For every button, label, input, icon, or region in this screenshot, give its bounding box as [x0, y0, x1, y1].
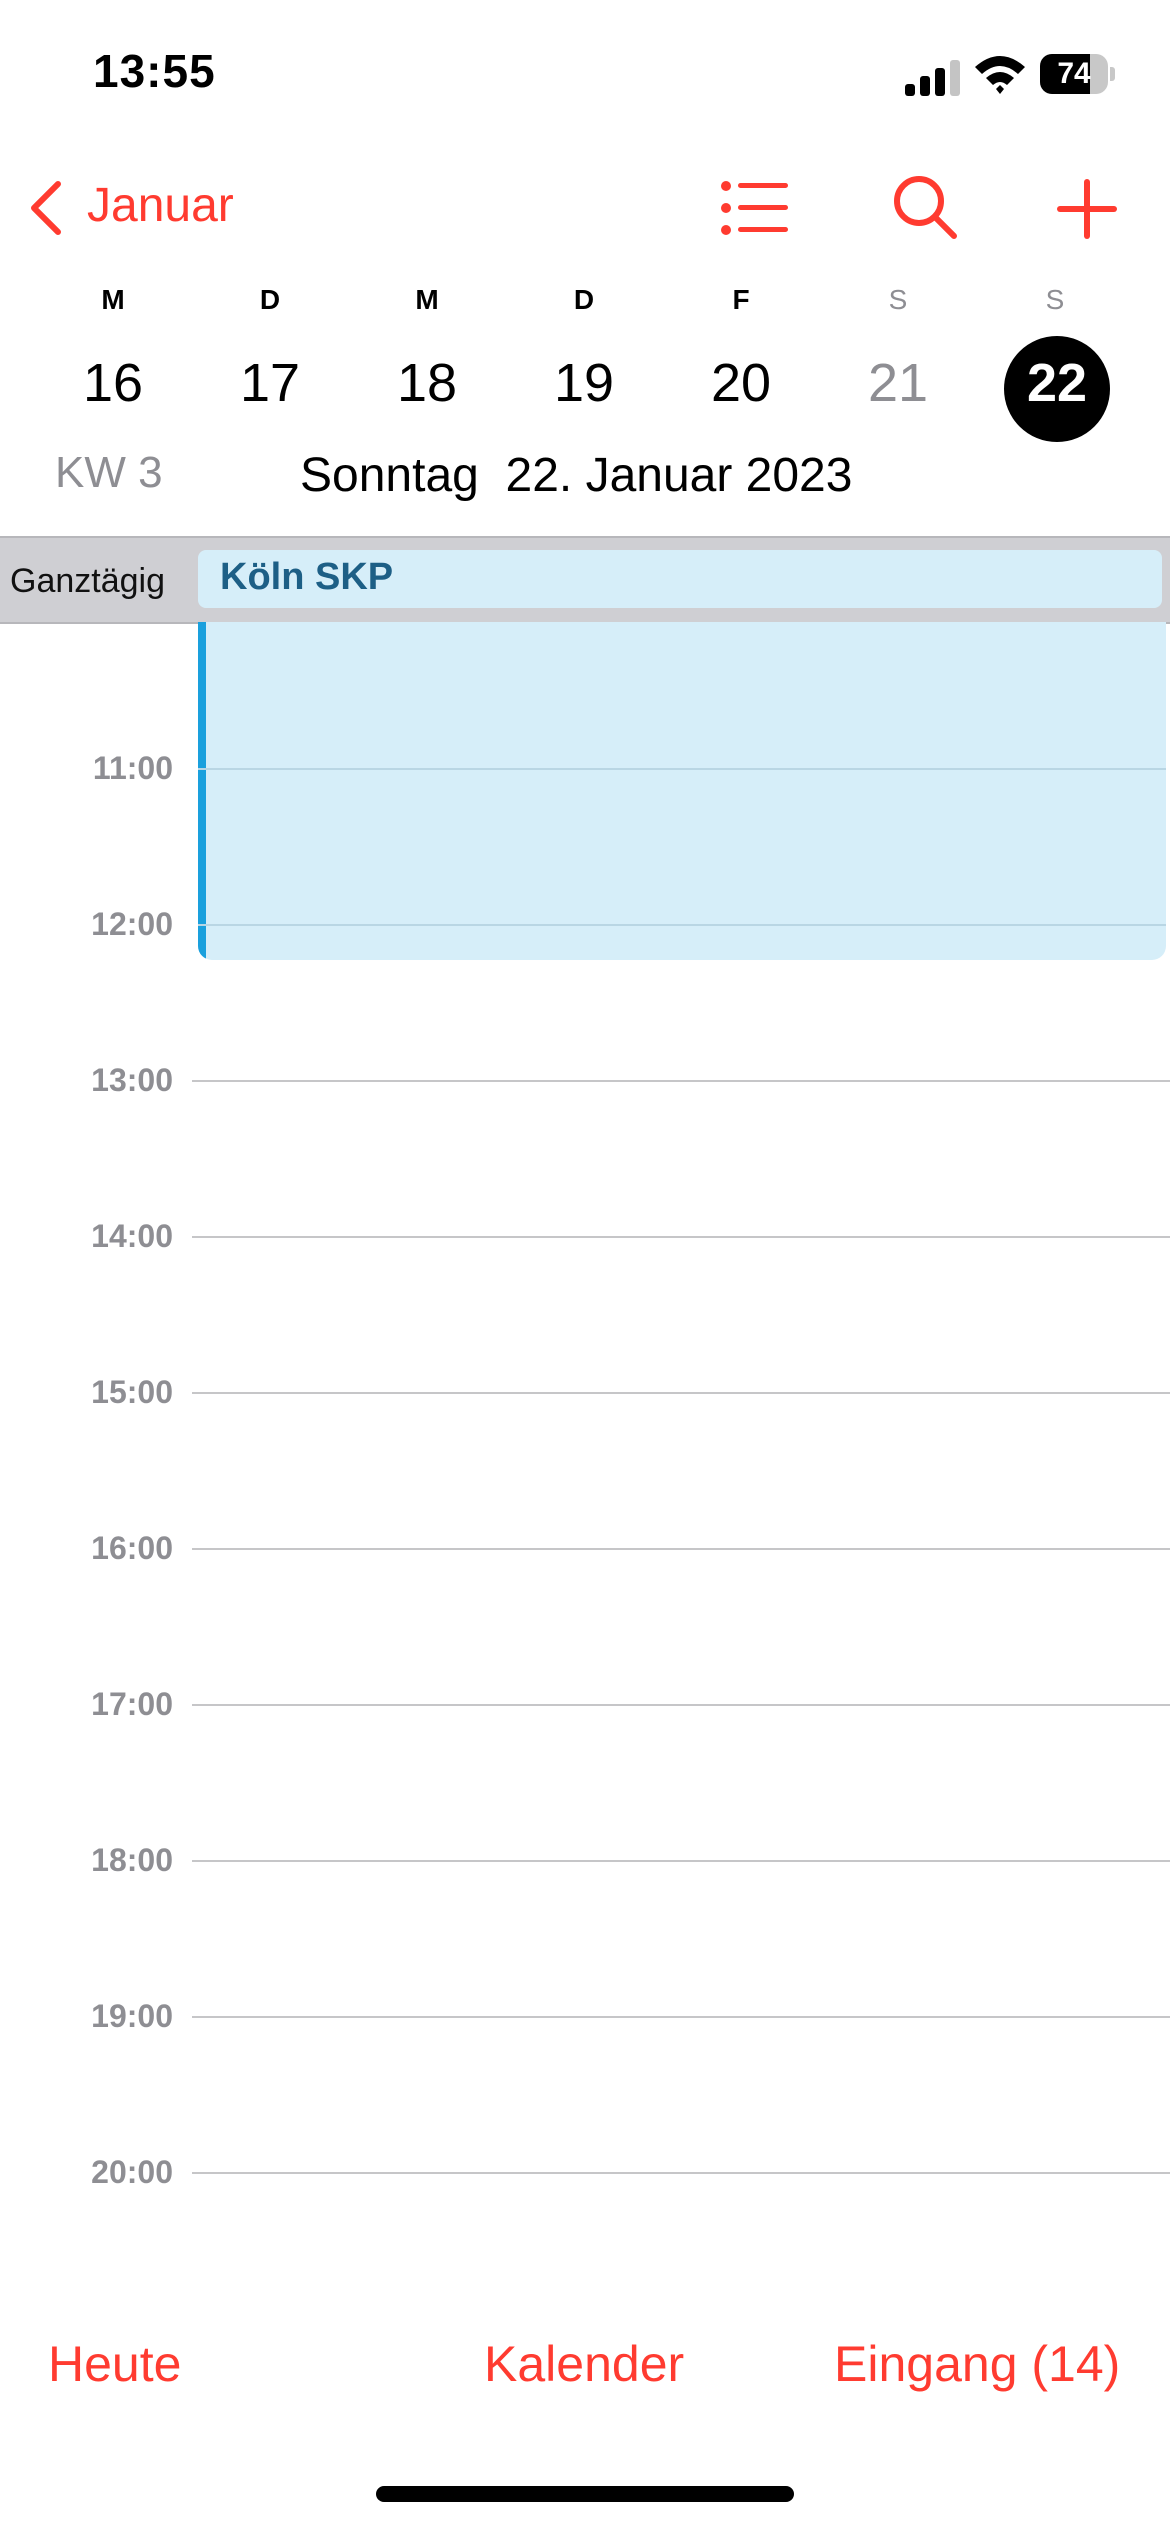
- day-17[interactable]: 17: [220, 352, 320, 414]
- hour-label: 19:00: [91, 1998, 173, 2034]
- weekday-label: F: [732, 284, 750, 315]
- weekday-label: S: [888, 284, 908, 315]
- hour-label: 16:00: [91, 1530, 173, 1566]
- day-20[interactable]: 20: [691, 352, 791, 414]
- timed-event-block[interactable]: [198, 622, 1166, 960]
- hour-line: [198, 768, 1166, 770]
- tab-inbox[interactable]: Eingang (14): [834, 2335, 1120, 2393]
- hour-line: [192, 1860, 1170, 1862]
- selected-date-header: Sonntag 22. Januar 2023: [300, 449, 853, 502]
- hour-line: [192, 1704, 1170, 1706]
- weekday-label: M: [415, 284, 439, 315]
- day-19[interactable]: 19: [534, 352, 634, 414]
- back-button-label[interactable]: Januar: [87, 178, 234, 233]
- day-22-selected[interactable]: 22: [1007, 352, 1107, 414]
- hour-label: 13:00: [91, 1062, 173, 1098]
- add-event-icon[interactable]: [1056, 178, 1118, 240]
- hour-label: 15:00: [91, 1374, 173, 1410]
- hour-line: [192, 1392, 1170, 1394]
- all-day-label: Ganztägig: [10, 562, 165, 600]
- hour-label: 20:00: [91, 2154, 173, 2190]
- home-indicator[interactable]: [376, 2486, 794, 2502]
- weekday-label: D: [573, 284, 595, 315]
- hour-label: 12:00: [91, 906, 173, 942]
- hour-label: 14:00: [91, 1218, 173, 1254]
- search-icon[interactable]: [890, 172, 960, 242]
- weekday-label: S: [1045, 284, 1065, 315]
- hour-label: 17:00: [91, 1686, 173, 1722]
- hour-label: 11:00: [92, 750, 173, 786]
- wifi-icon: [975, 56, 1025, 94]
- tab-today[interactable]: Heute: [48, 2335, 181, 2393]
- event-color-bar: [198, 622, 206, 960]
- day-16[interactable]: 16: [63, 352, 163, 414]
- back-chevron-icon[interactable]: [26, 178, 66, 238]
- hour-line: [192, 1548, 1170, 1550]
- status-time: 13:55: [93, 45, 216, 97]
- day-18[interactable]: 18: [377, 352, 477, 414]
- list-view-icon[interactable]: [720, 180, 790, 236]
- cellular-signal-icon: [905, 60, 960, 96]
- battery-indicator: 74: [1040, 54, 1116, 94]
- hour-line: [198, 924, 1166, 926]
- tab-calendars[interactable]: Kalender: [484, 2335, 684, 2393]
- day-21[interactable]: 21: [848, 352, 948, 414]
- all-day-event-title[interactable]: Köln SKP: [220, 556, 393, 599]
- battery-percent: 74: [1057, 57, 1091, 90]
- calendar-week-label: KW 3: [55, 448, 163, 497]
- hour-line: [192, 1080, 1170, 1082]
- hour-line: [192, 1236, 1170, 1238]
- weekday-label: M: [101, 284, 125, 315]
- hour-line: [192, 2172, 1170, 2174]
- weekday-label: D: [259, 284, 281, 315]
- hour-label: 18:00: [91, 1842, 173, 1878]
- hour-line: [192, 2016, 1170, 2018]
